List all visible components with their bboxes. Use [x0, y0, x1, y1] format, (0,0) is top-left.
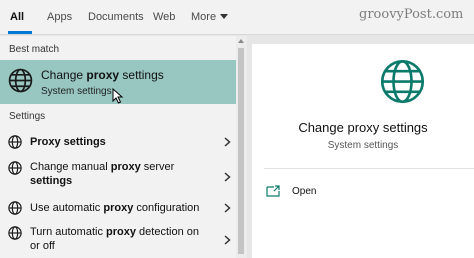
- globe-icon: [8, 226, 22, 240]
- result-label: Use automatic proxy configuration: [30, 201, 199, 215]
- globe-icon: [380, 59, 425, 104]
- result-label: Change manual proxy server settings: [30, 160, 174, 188]
- best-match-title-post: settings: [119, 68, 164, 82]
- label-bold: Proxy settings: [30, 136, 106, 148]
- result-label: Proxy settings: [30, 135, 106, 149]
- tab-documents[interactable]: Documents: [88, 11, 144, 23]
- result-change-manual-proxy[interactable]: Change manual proxy server settings: [0, 159, 236, 191]
- label-text: server: [140, 161, 175, 173]
- label-bold: proxy: [110, 161, 141, 173]
- label-text: or off: [30, 240, 55, 252]
- label-text: detection on: [135, 226, 199, 238]
- detail-subtitle: System settings: [327, 140, 399, 151]
- open-button[interactable]: Open: [266, 184, 346, 200]
- result-label: Turn automatic proxy detection on or off: [30, 225, 199, 253]
- label-bold: proxy: [103, 202, 134, 214]
- label-text: Turn automatic: [30, 226, 107, 238]
- label-text: Change manual: [30, 161, 111, 173]
- mouse-pointer-icon: [112, 88, 124, 104]
- globe-icon: [8, 68, 33, 93]
- chevron-right-icon[interactable]: [224, 235, 231, 245]
- result-automatic-proxy-detection[interactable]: Turn automatic proxy detection on or off: [0, 224, 236, 256]
- tab-more-label: More: [191, 11, 217, 23]
- label-text: Use automatic: [30, 202, 104, 214]
- tab-web[interactable]: Web: [153, 11, 175, 23]
- scroll-up-arrow-icon[interactable]: [238, 39, 244, 43]
- result-proxy-settings[interactable]: Proxy settings: [0, 133, 236, 155]
- chevron-right-icon[interactable]: [224, 203, 231, 213]
- result-automatic-proxy-config[interactable]: Use automatic proxy configuration: [0, 199, 236, 221]
- detail-title: Change proxy settings: [298, 120, 428, 135]
- chevron-right-icon[interactable]: [224, 137, 231, 147]
- best-match-title-bold: proxy: [86, 68, 120, 82]
- open-window-icon: [266, 185, 280, 197]
- tab-more[interactable]: More: [191, 11, 229, 23]
- search-scope-tabs: All Apps Documents Web More groovyPost.c…: [0, 0, 474, 35]
- active-tab-indicator: [8, 31, 32, 34]
- globe-icon: [8, 161, 22, 175]
- detail-pane: Change proxy settings System settings Op…: [252, 44, 474, 258]
- globe-icon: [8, 135, 22, 149]
- results-list: Best match Change proxy settings System …: [0, 36, 236, 258]
- tab-apps[interactable]: Apps: [47, 11, 72, 23]
- open-label: Open: [292, 186, 317, 197]
- best-match-heading: Best match: [9, 44, 60, 55]
- label-text: configuration: [133, 202, 200, 214]
- settings-heading: Settings: [9, 111, 46, 122]
- chevron-down-icon: [220, 14, 229, 19]
- label-bold: proxy: [106, 226, 136, 238]
- tab-all[interactable]: All: [10, 11, 24, 23]
- watermark: groovyPost.com: [359, 7, 464, 22]
- divider: [264, 168, 474, 169]
- chevron-right-icon[interactable]: [224, 172, 231, 182]
- results-scrollbar[interactable]: [236, 36, 247, 258]
- best-match-subtitle: System settings: [41, 86, 112, 97]
- scrollbar-thumb[interactable]: [238, 48, 244, 254]
- label-bold: settings: [30, 175, 73, 187]
- globe-icon: [8, 201, 22, 215]
- best-match-title: Change proxy settings: [41, 68, 164, 82]
- best-match-title-pre: Change: [41, 68, 87, 82]
